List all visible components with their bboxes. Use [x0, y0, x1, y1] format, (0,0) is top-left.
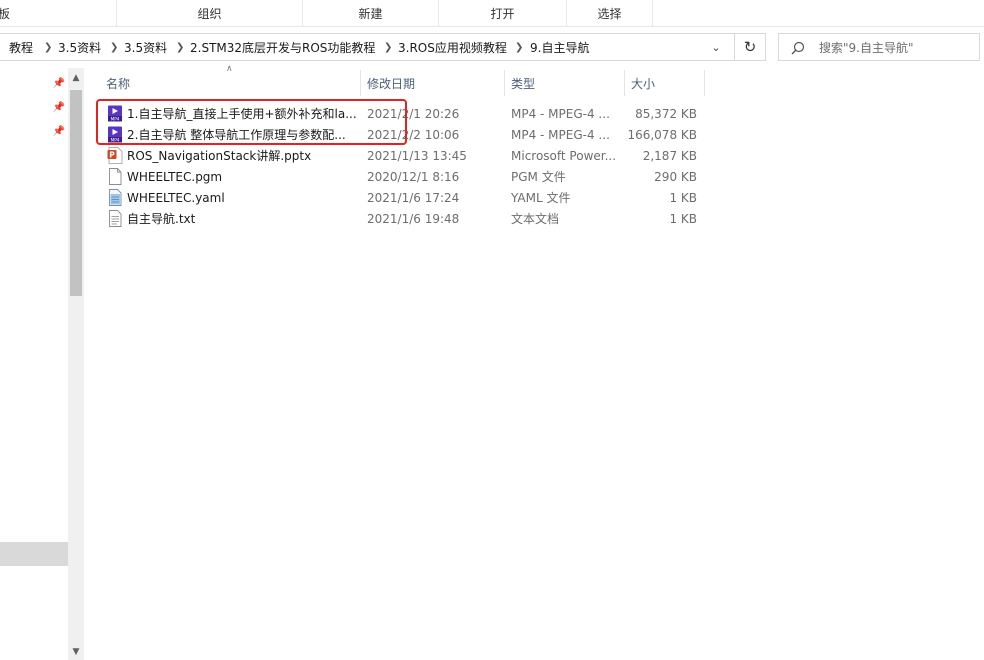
- ribbon-group-organize[interactable]: 组织: [117, 0, 303, 26]
- ribbon-group-new[interactable]: 新建: [303, 0, 439, 26]
- pin-icon[interactable]: 📌: [52, 124, 66, 138]
- nav-scrollbar[interactable]: ▲ ▼: [68, 68, 84, 660]
- file-type: 文本文档: [511, 212, 560, 226]
- chevron-right-icon[interactable]: ❯: [176, 34, 184, 60]
- file-type: MP4 - MPEG-4 ...: [511, 106, 610, 121]
- column-headers: 名称 修改日期 类型 大小: [96, 70, 716, 96]
- file-row[interactable]: WHEELTEC.pgm 2020/12/1 8:16 PGM 文件 290 K…: [100, 166, 710, 187]
- ribbon-bar: 板 组织 新建 打开 选择: [0, 0, 984, 27]
- file-name: 自主导航.txt: [127, 212, 196, 226]
- scroll-up-icon[interactable]: ▲: [68, 70, 84, 86]
- highlight-box: [96, 99, 407, 145]
- divider: [360, 70, 361, 96]
- column-header-size[interactable]: 大小: [631, 70, 655, 96]
- file-size: 1 KB: [669, 190, 697, 205]
- file-size: 290 KB: [654, 169, 697, 184]
- search-box[interactable]: 搜索"9.自主导航": [778, 33, 980, 61]
- chevron-right-icon[interactable]: ❯: [44, 34, 52, 60]
- file-row[interactable]: P ROS_NavigationStack讲解.pptx 2021/1/13 1…: [100, 145, 710, 166]
- chevron-right-icon[interactable]: ❯: [515, 34, 523, 60]
- ribbon-group-label: 板: [0, 6, 11, 21]
- column-header-type[interactable]: 类型: [511, 70, 535, 96]
- file-name: ROS_NavigationStack讲解.pptx: [127, 149, 312, 163]
- divider: [624, 70, 625, 96]
- file-type: MP4 - MPEG-4 ...: [511, 127, 610, 142]
- blank-file-icon: [109, 168, 122, 185]
- yaml-file-icon: [109, 189, 122, 206]
- column-header-name[interactable]: 名称: [106, 70, 130, 96]
- file-size: 2,187 KB: [642, 148, 697, 163]
- ribbon-group-label: 选择: [597, 6, 622, 21]
- file-date: 2021/1/6 19:48: [367, 211, 460, 226]
- file-size: 166,078 KB: [627, 127, 697, 142]
- breadcrumb-item[interactable]: 3.5资料: [124, 34, 167, 60]
- ribbon-group-label: 新建: [358, 6, 383, 21]
- file-type: YAML 文件: [511, 191, 571, 205]
- ribbon-group-select[interactable]: 选择: [567, 0, 653, 26]
- breadcrumb-item[interactable]: 3.5资料: [58, 34, 101, 60]
- file-date: 2020/12/1 8:16: [367, 169, 460, 184]
- breadcrumb-item-current[interactable]: 9.自主导航: [530, 34, 589, 60]
- file-date: 2021/1/13 13:45: [367, 148, 467, 163]
- pin-icon[interactable]: 📌: [52, 100, 66, 114]
- ribbon-group-open[interactable]: 打开: [439, 0, 567, 26]
- chevron-right-icon[interactable]: ❯: [384, 34, 392, 60]
- chevron-down-icon[interactable]: ⌄: [705, 34, 727, 60]
- file-row[interactable]: WHEELTEC.yaml 2021/1/6 17:24 YAML 文件 1 K…: [100, 187, 710, 208]
- breadcrumb-item[interactable]: 2.STM32底层开发与ROS功能教程: [190, 34, 375, 60]
- divider: [704, 70, 705, 96]
- divider: [504, 70, 505, 96]
- chevron-right-icon[interactable]: ❯: [110, 34, 118, 60]
- file-type: PGM 文件: [511, 170, 566, 184]
- file-name: WHEELTEC.yaml: [127, 190, 225, 205]
- file-size: 1 KB: [669, 211, 697, 226]
- search-placeholder: 搜索"9.自主导航": [819, 40, 914, 55]
- ribbon-group-clipboard[interactable]: 板: [0, 0, 117, 26]
- column-header-date[interactable]: 修改日期: [367, 70, 415, 96]
- refresh-icon[interactable]: ↻: [735, 34, 765, 60]
- search-icon: [791, 41, 805, 55]
- file-type: Microsoft Power...: [511, 148, 617, 163]
- nav-selected-item[interactable]: [0, 542, 68, 566]
- navigation-pane: 📌 📌 📌: [0, 68, 68, 660]
- file-date: 2021/1/6 17:24: [367, 190, 460, 205]
- file-name: WHEELTEC.pgm: [127, 169, 223, 184]
- ribbon-group-label: 打开: [490, 6, 515, 21]
- ribbon-group-label: 组织: [197, 6, 222, 21]
- pin-icon[interactable]: 📌: [52, 76, 66, 90]
- breadcrumb-item[interactable]: 教程: [9, 34, 33, 60]
- file-row[interactable]: 自主导航.txt 2021/1/6 19:48 文本文档 1 KB: [100, 208, 710, 229]
- svg-text:P: P: [109, 151, 115, 160]
- scroll-down-icon[interactable]: ▼: [68, 644, 84, 660]
- scrollbar-thumb[interactable]: [70, 90, 82, 296]
- address-bar[interactable]: 教程 ❯ 3.5资料 ❯ 3.5资料 ❯ 2.STM32底层开发与ROS功能教程…: [0, 33, 766, 61]
- powerpoint-icon: P: [107, 147, 123, 164]
- text-file-icon: [109, 210, 122, 227]
- breadcrumb-item[interactable]: 3.ROS应用视频教程: [398, 34, 507, 60]
- file-size: 85,372 KB: [635, 106, 697, 121]
